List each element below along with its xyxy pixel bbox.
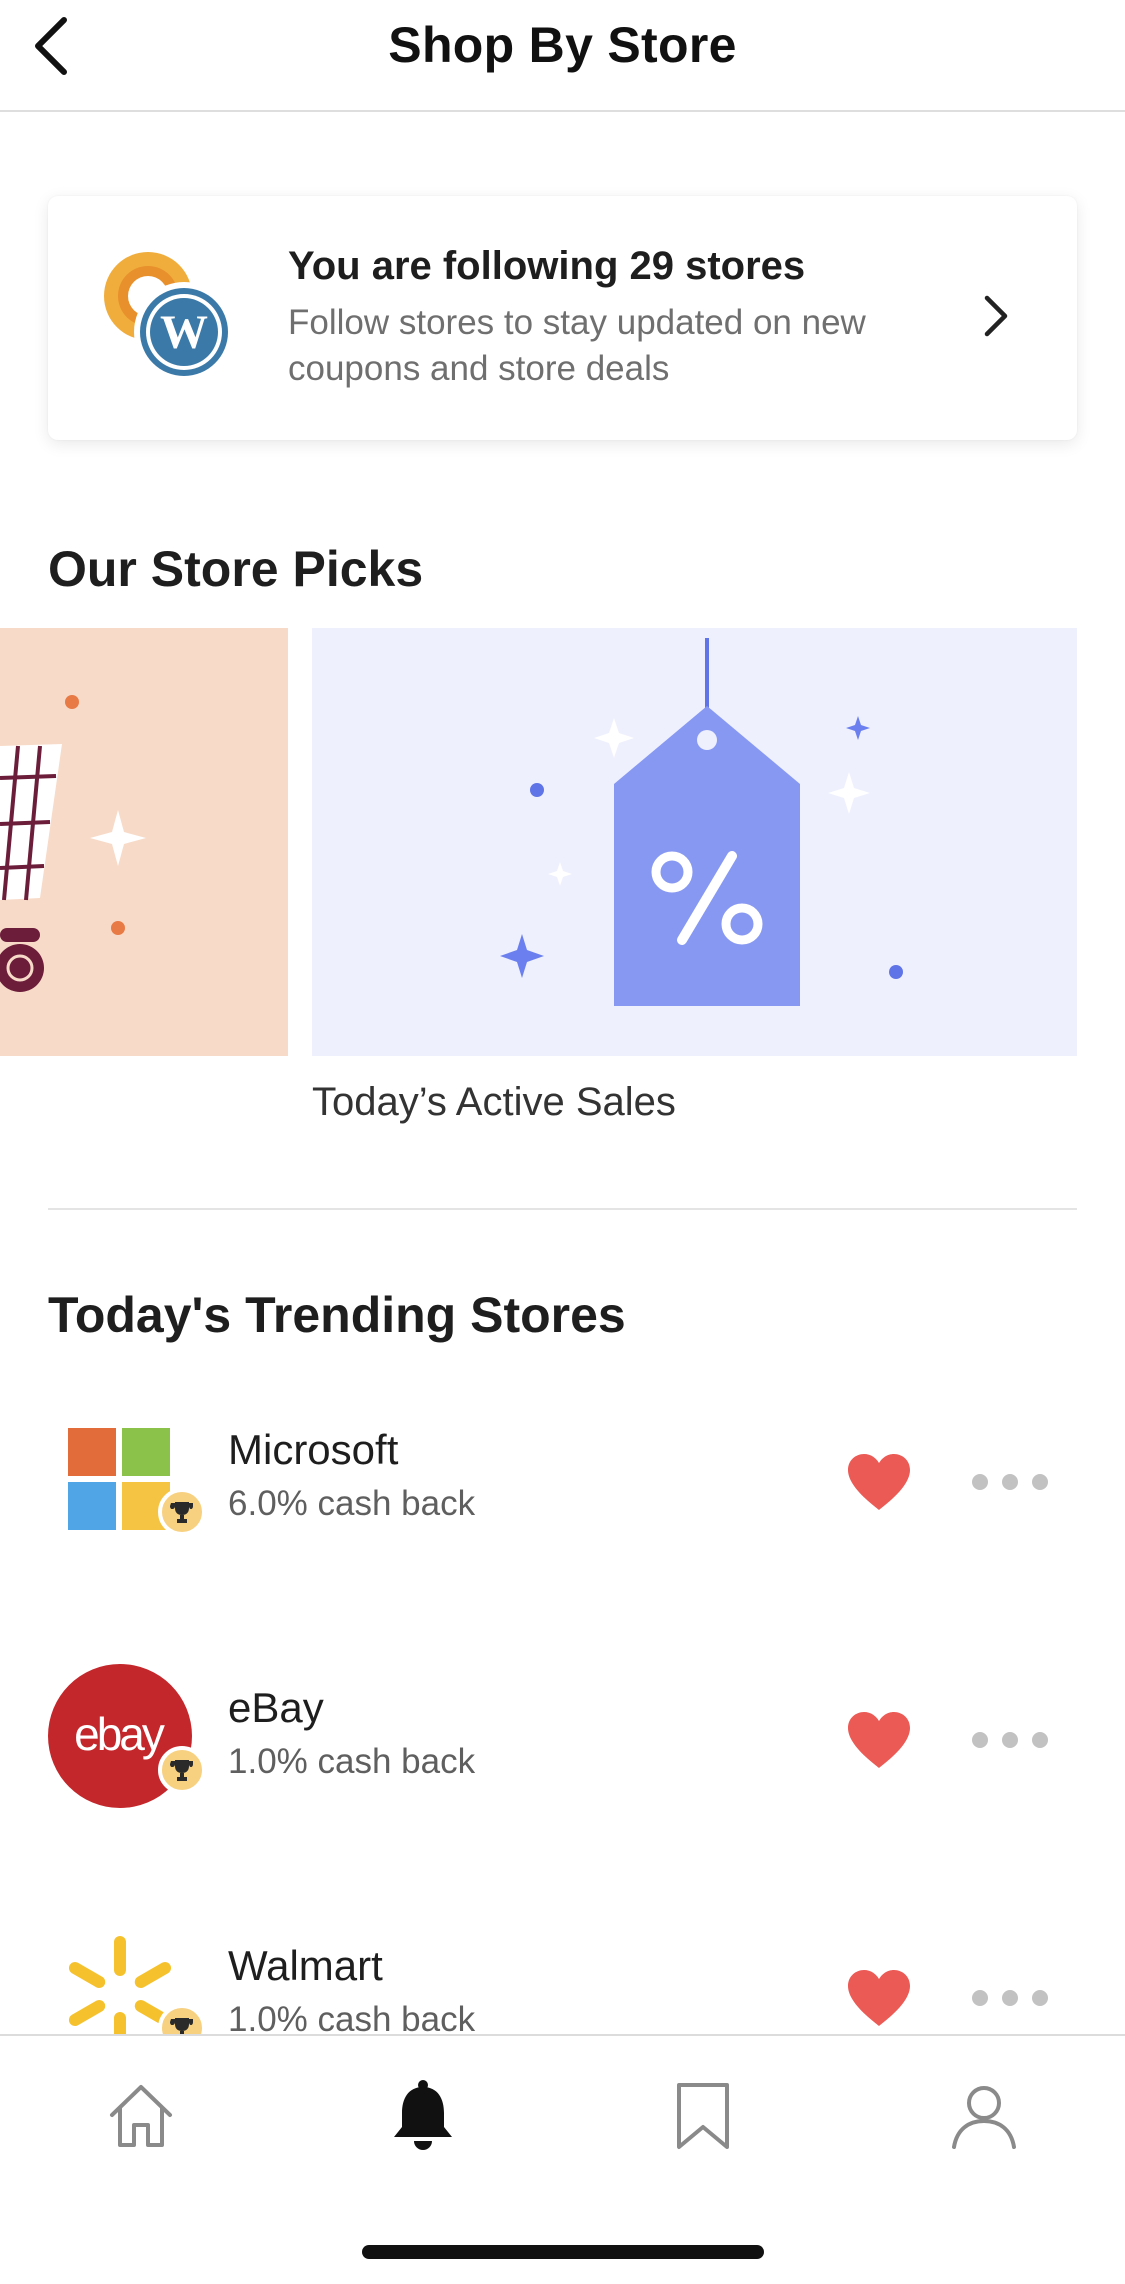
- store-name: eBay: [228, 1684, 324, 1731]
- dot-icon: [1002, 1732, 1018, 1748]
- followed-store-logos-icon: W: [104, 252, 234, 382]
- microsoft-logo-icon: [48, 1406, 206, 1550]
- dot-icon: [1032, 1990, 1048, 2006]
- store-pick-card[interactable]: [0, 628, 288, 1056]
- bell-icon: [394, 2080, 452, 2150]
- dot-icon: [972, 1990, 988, 2006]
- heart-icon[interactable]: [846, 1710, 912, 1770]
- bookmark-icon: [677, 2083, 729, 2149]
- chevron-right-icon: [984, 295, 1008, 337]
- store-picks-carousel[interactable]: Today’s Active Sales: [0, 628, 1125, 1128]
- trophy-icon: [158, 1746, 206, 1794]
- tab-home[interactable]: [101, 2076, 181, 2156]
- more-options-button[interactable]: [972, 1722, 1048, 1758]
- tab-saved[interactable]: [663, 2076, 743, 2156]
- dot-icon: [972, 1474, 988, 1490]
- page-title: Shop By Store: [388, 17, 737, 73]
- following-stores-card[interactable]: W You are following 29 stores Follow sto…: [48, 196, 1077, 440]
- store-name: Microsoft: [228, 1426, 399, 1473]
- active-sales-card[interactable]: [312, 628, 1077, 1056]
- store-picks-heading: Our Store Picks: [48, 541, 424, 597]
- store-name: Walmart: [228, 1942, 383, 1989]
- store-cashback: 6.0% cash back: [228, 1484, 476, 1523]
- home-icon: [110, 2085, 172, 2147]
- top-nav-bar: Shop By Store: [0, 0, 1125, 112]
- trending-stores-heading: Today's Trending Stores: [48, 1287, 626, 1343]
- trophy-icon: [158, 1488, 206, 1536]
- section-divider: [48, 1208, 1077, 1210]
- more-options-button[interactable]: [972, 1980, 1048, 2016]
- store-row-ebay[interactable]: ebay eBay 1.0% cash back: [0, 1664, 1125, 1824]
- shopping-cart-illustration-icon: [0, 695, 146, 992]
- dot-icon: [1002, 1990, 1018, 2006]
- ebay-logo-icon: ebay: [48, 1664, 206, 1808]
- dot-icon: [1032, 1732, 1048, 1748]
- tab-profile[interactable]: [944, 2076, 1024, 2156]
- sale-tag-illustration-icon: [500, 638, 903, 1006]
- following-description: Follow stores to stay updated on new cou…: [288, 303, 866, 388]
- dot-icon: [1032, 1474, 1048, 1490]
- heart-icon[interactable]: [846, 1968, 912, 2028]
- heart-icon[interactable]: [846, 1452, 912, 1512]
- tab-notifications[interactable]: [383, 2076, 463, 2156]
- ebay-logo-text: ebay: [74, 1708, 165, 1760]
- profile-icon: [952, 2086, 1016, 2149]
- home-indicator: [362, 2245, 764, 2259]
- store-cashback: 1.0% cash back: [228, 1742, 476, 1781]
- dot-icon: [1002, 1474, 1018, 1490]
- store-pick-label: Today’s Active Sales: [312, 1080, 676, 1124]
- more-options-button[interactable]: [972, 1464, 1048, 1500]
- following-count-title: You are following 29 stores: [288, 244, 806, 288]
- dot-icon: [972, 1732, 988, 1748]
- svg-text:W: W: [160, 306, 208, 359]
- store-row-microsoft[interactable]: Microsoft 6.0% cash back: [0, 1406, 1125, 1566]
